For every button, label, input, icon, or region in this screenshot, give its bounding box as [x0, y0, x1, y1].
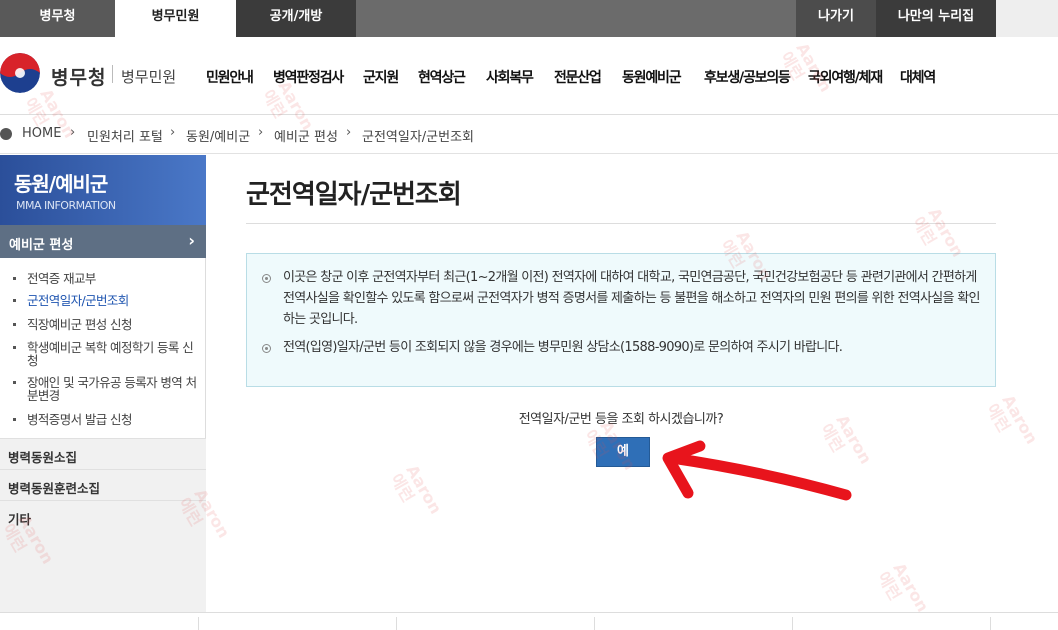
notice-box: 이곳은 창군 이후 군전역자부터 최근(1~2개월 이전) 전역자에 대하여 대… [246, 253, 996, 387]
page-title: 군전역일자/군번조회 [246, 180, 462, 210]
notice-text: 이곳은 창군 이후 군전역자부터 최근(1~2개월 이전) 전역자에 대하여 대… [283, 270, 980, 327]
sidebar-section-reserve[interactable]: 예비군 편성 › [0, 225, 206, 258]
chevron-right-icon: › [258, 125, 264, 140]
bullet-icon [13, 299, 16, 302]
sidebar-item-label: 병적증명서 발급 신청 [27, 412, 132, 427]
chevron-right-icon: › [170, 125, 176, 140]
bullet-icon [262, 344, 271, 353]
brand-name[interactable]: 병무청 [51, 63, 106, 90]
top-bar: 병무청 병무민원 공개/개방 나가기 나만의 누리집 [0, 0, 1058, 37]
gnb-item[interactable]: 현역상근 [418, 67, 466, 87]
chevron-right-icon: › [346, 125, 352, 140]
mma-logo-icon[interactable] [0, 53, 40, 93]
gnb-item[interactable]: 국외여행/체재 [808, 67, 883, 87]
yes-button[interactable]: 예 [596, 437, 650, 467]
notice-text: 전역(입영)일자/군번 등이 조회되지 않을 경우에는 병무민원 상담소(158… [283, 340, 843, 355]
footer-divider [792, 617, 793, 630]
sidebar-section[interactable]: 병력동원소집 [0, 438, 206, 469]
tab-open-disclosure[interactable]: 공개/개방 [236, 0, 356, 37]
footer-divider [594, 617, 595, 630]
top-bar-fill [996, 0, 1058, 37]
breadcrumb-item[interactable]: 동원/예비군 [186, 126, 250, 145]
sidebar-section-label: 예비군 편성 [9, 238, 74, 253]
tab-civil-service[interactable]: 병무민원 [115, 0, 236, 37]
brand-divider [112, 65, 113, 83]
bullet-icon [13, 323, 16, 326]
sidebar: 동원/예비군 MMA INFORMATION 예비군 편성 › 전역증 재교부 … [0, 155, 206, 612]
bullet-icon [13, 418, 16, 421]
sidebar-section-label: 병력동원소집 [8, 450, 78, 465]
sidebar-subtitle: MMA INFORMATION [16, 199, 116, 212]
gnb-item[interactable]: 후보생/공보의등 [704, 67, 791, 87]
footer-divider [198, 617, 199, 630]
sidebar-section[interactable]: 기타 [0, 500, 206, 538]
exit-link[interactable]: 나가기 [796, 0, 876, 37]
watermark: Aaron에런 [386, 461, 446, 518]
breadcrumb-item[interactable]: 예비군 편성 [274, 126, 338, 145]
bullet-icon [262, 274, 271, 283]
sidebar-item-label: 전역증 재교부 [27, 271, 96, 286]
gnb-item[interactable]: 민원안내 [206, 67, 254, 87]
gnb-item[interactable]: 군지원 [363, 67, 399, 87]
title-divider [246, 223, 996, 224]
gnb-item[interactable]: 전문산업 [554, 67, 602, 87]
bullet-icon [13, 381, 16, 384]
sidebar-section-label: 기타 [8, 512, 32, 527]
bullet-icon [13, 277, 16, 280]
gnb-item[interactable]: 병역판정검사 [273, 67, 344, 87]
sidebar-item-label: 직장예비군 편성 신청 [27, 317, 132, 332]
footer-divider [990, 617, 991, 630]
sidebar-item-label: 장애인 및 국가유공 등록자 병역 처분변경 [27, 375, 197, 403]
chevron-right-icon: › [70, 125, 76, 140]
sidebar-section[interactable]: 병력동원훈련소집 [0, 469, 206, 500]
sidebar-header: 동원/예비군 MMA INFORMATION [0, 155, 206, 225]
gnb-item[interactable]: 동원예비군 [622, 67, 682, 87]
confirm-question: 전역일자/군번 등을 조회 하시겠습니까? [518, 412, 724, 427]
breadcrumb-item[interactable]: 민원처리 포털 [87, 126, 163, 145]
chevron-right-icon: › [188, 231, 195, 250]
breadcrumb-home[interactable]: HOME [22, 126, 61, 141]
footer-divider [396, 617, 397, 630]
brand-sub: 병무민원 [121, 68, 177, 86]
sidebar-section-label: 병력동원훈련소집 [8, 481, 101, 496]
sidebar-item-label: 학생예비군 복학 예정학기 등록 신청 [27, 340, 194, 368]
footer-strip [0, 612, 1058, 630]
sidebar-item-label: 군전역일자/군번조회 [27, 293, 129, 308]
breadcrumb-current: 군전역일자/군번조회 [362, 130, 475, 145]
tab-mma[interactable]: 병무청 [0, 0, 115, 37]
bullet-icon [13, 346, 16, 349]
gnb-item[interactable]: 사회복무 [486, 67, 534, 87]
gnb-item[interactable]: 대체역 [900, 67, 936, 87]
home-icon[interactable] [0, 128, 12, 140]
site-header: 병무청 병무민원 민원안내 병역판정검사 군지원 현역상근 사회복무 전문산업 … [0, 37, 1058, 115]
my-page-link[interactable]: 나만의 누리집 [876, 0, 996, 37]
breadcrumb: HOME › 민원처리 포털 › 동원/예비군 › 예비군 편성 › 군전역일자… [0, 116, 1058, 154]
sidebar-title: 동원/예비군 [14, 172, 108, 196]
